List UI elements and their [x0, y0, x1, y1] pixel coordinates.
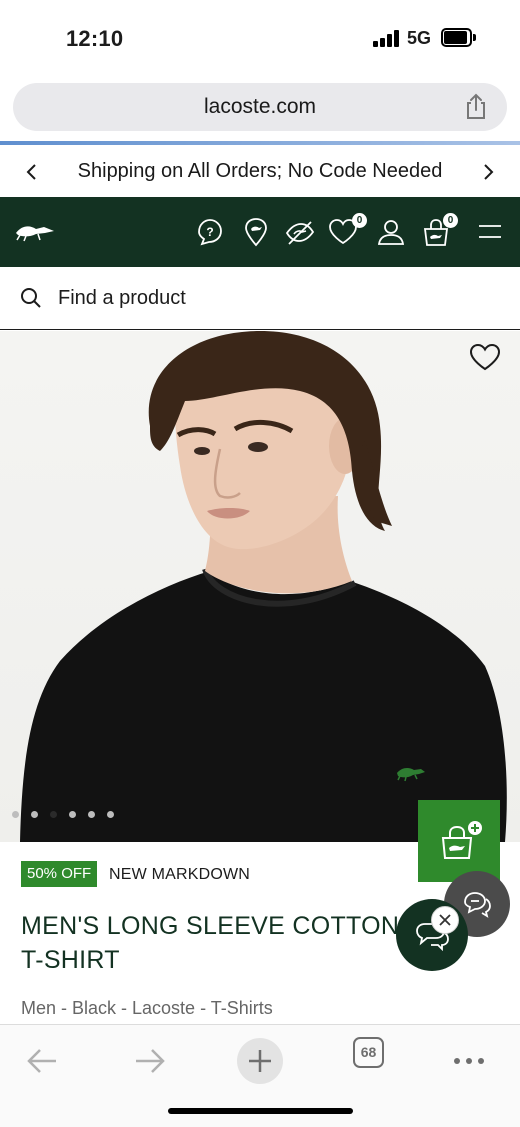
- carousel-dot[interactable]: [50, 811, 57, 818]
- live-chat-button[interactable]: [396, 899, 468, 971]
- tabs-button[interactable]: 68: [353, 1037, 384, 1068]
- promo-banner: Shipping on All Orders; No Code Needed: [0, 146, 520, 197]
- product-breadcrumb: Men - Black - Lacoste - T-Shirts: [21, 998, 273, 1018]
- carousel-dot[interactable]: [12, 811, 19, 818]
- product-wishlist-icon[interactable]: [469, 342, 501, 372]
- store-locator-icon[interactable]: [240, 216, 272, 248]
- site-header: ? 0 0: [0, 197, 520, 267]
- chat-bubbles-icon: [464, 892, 491, 918]
- share-icon[interactable]: [461, 92, 491, 122]
- image-carousel-dots: [12, 805, 126, 818]
- carousel-dot[interactable]: [107, 811, 114, 818]
- help-icon[interactable]: ?: [194, 216, 226, 248]
- menu-icon[interactable]: [474, 216, 506, 248]
- search-input[interactable]: [58, 283, 478, 313]
- product-photo: [20, 331, 507, 842]
- bag-count-badge: 0: [443, 213, 458, 228]
- search-icon: [21, 288, 41, 308]
- lacoste-logo-icon[interactable]: [14, 219, 56, 243]
- account-icon[interactable]: [375, 216, 407, 248]
- markdown-label: NEW MARKDOWN: [109, 866, 251, 883]
- svg-text:?: ?: [206, 225, 213, 239]
- add-to-bag-icon: [441, 821, 482, 859]
- new-tab-icon[interactable]: [236, 1037, 284, 1085]
- wishlist-count-badge: 0: [352, 213, 367, 228]
- product-title: MEN'S LONG SLEEVE COTTON T-SHIRT: [21, 912, 400, 974]
- status-bar: 12:10 5G: [0, 0, 520, 76]
- signal-icon: [373, 30, 399, 47]
- chevron-right-icon[interactable]: [476, 160, 500, 184]
- network-label: 5G: [407, 28, 432, 48]
- home-indicator: [168, 1108, 353, 1114]
- page-load-progress: [0, 141, 520, 145]
- carousel-dot[interactable]: [31, 811, 38, 818]
- hide-icon[interactable]: [284, 216, 316, 248]
- carousel-dot[interactable]: [69, 811, 76, 818]
- discount-badge: 50% OFF: [21, 861, 98, 887]
- more-icon[interactable]: [445, 1037, 493, 1085]
- url-text: lacoste.com: [203, 95, 317, 118]
- battery-icon: [441, 28, 476, 47]
- forward-icon[interactable]: [126, 1037, 174, 1085]
- close-chat-button[interactable]: [431, 906, 459, 934]
- close-icon: [439, 914, 451, 926]
- search-bar: [0, 267, 520, 330]
- back-icon[interactable]: [18, 1037, 66, 1085]
- status-time: 12:10: [66, 26, 124, 51]
- carousel-dot[interactable]: [88, 811, 95, 818]
- address-bar[interactable]: lacoste.com: [13, 83, 507, 131]
- promo-text: Shipping on All Orders; No Code Needed: [77, 160, 443, 182]
- add-to-bag-button[interactable]: [418, 800, 500, 882]
- product-image[interactable]: [0, 331, 520, 842]
